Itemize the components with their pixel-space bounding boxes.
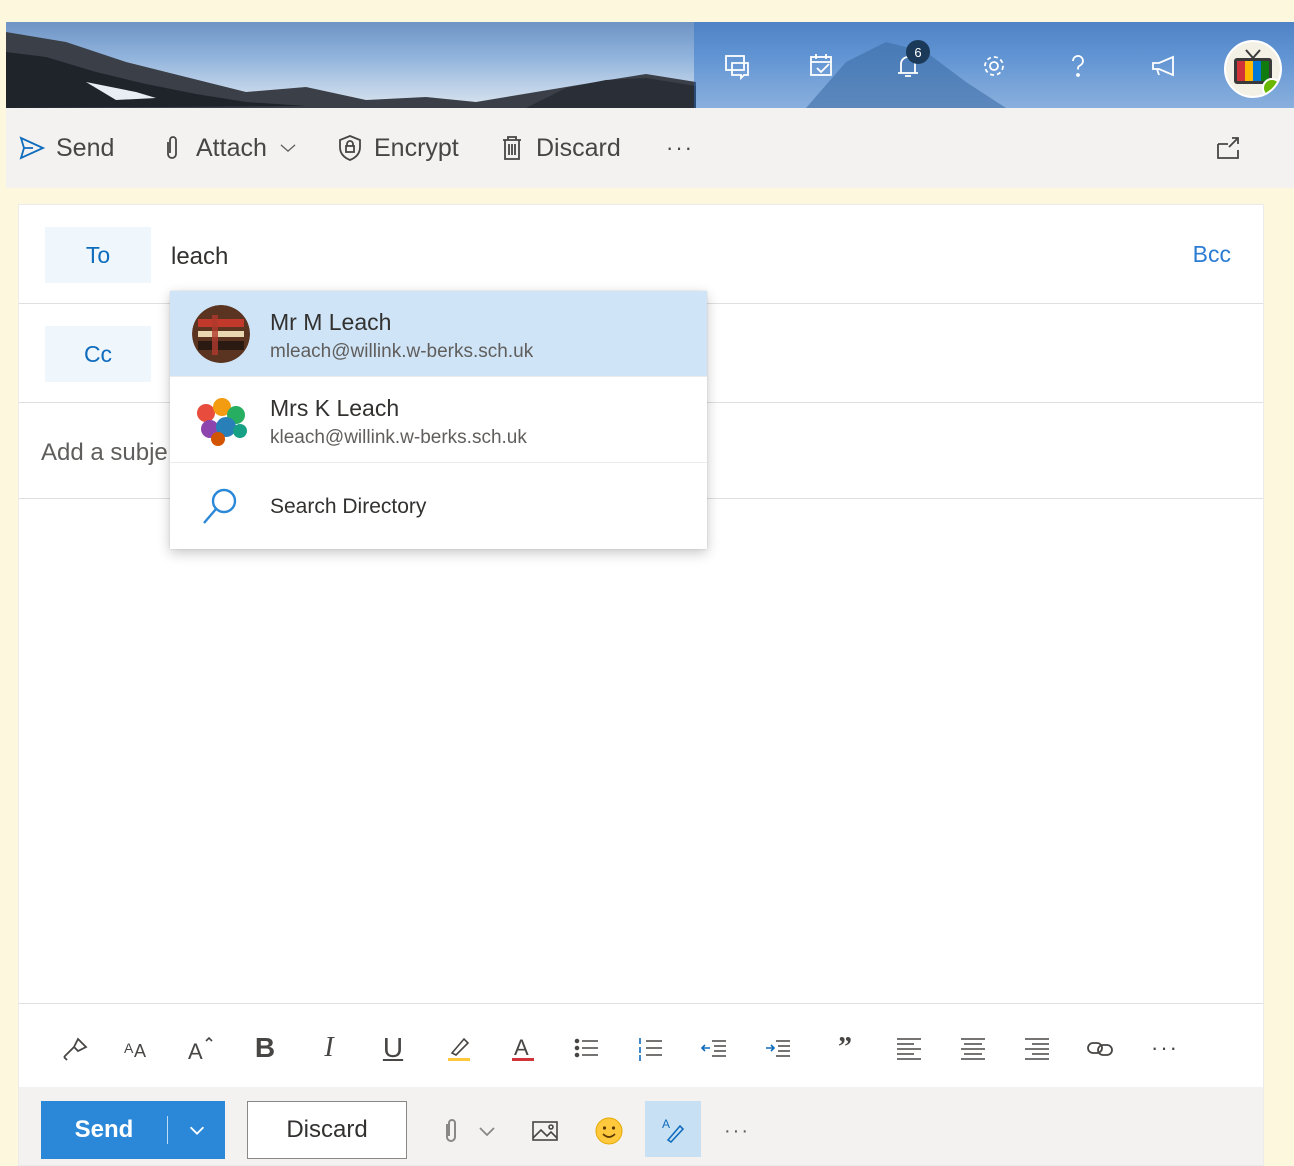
svg-text:A: A — [662, 1117, 670, 1131]
svg-text:A: A — [188, 1039, 203, 1063]
bold-button[interactable]: B — [245, 1028, 285, 1068]
suggestion-email: kleach@willink.w-berks.sch.uk — [270, 427, 527, 448]
attach-icon[interactable] — [431, 1111, 471, 1151]
chevron-down-icon[interactable] — [277, 137, 299, 159]
search-icon — [200, 485, 242, 527]
help-icon[interactable] — [1058, 46, 1098, 86]
editor-icon[interactable]: A — [645, 1101, 701, 1157]
bell-icon[interactable]: 6 — [888, 40, 930, 86]
insert-picture-icon[interactable] — [525, 1111, 565, 1151]
svg-text:A: A — [514, 1035, 529, 1060]
discard-toolbar-button[interactable]: Discard — [498, 130, 621, 166]
numbering-icon[interactable] — [631, 1028, 671, 1068]
align-left-icon[interactable] — [889, 1028, 929, 1068]
popout-button[interactable] — [1214, 130, 1242, 166]
encrypt-toolbar-label: Encrypt — [374, 133, 459, 162]
font-size-icon[interactable]: AA — [117, 1028, 157, 1068]
attach-options-chevron-icon[interactable] — [467, 1111, 507, 1151]
bullets-icon[interactable] — [567, 1028, 607, 1068]
link-icon[interactable] — [1081, 1028, 1121, 1068]
send-button[interactable]: Send — [41, 1101, 225, 1159]
popout-icon — [1217, 137, 1239, 159]
shield-lock-icon — [339, 135, 361, 161]
format-toolbar: AA A B I U A ” ··· — [19, 1003, 1263, 1088]
presence-available-icon — [1262, 78, 1280, 96]
megaphone-icon[interactable] — [1144, 46, 1184, 86]
contact-avatar — [192, 305, 250, 363]
compose-bottom-bar: Send Discard A ··· — [19, 1087, 1263, 1165]
discard-button[interactable]: Discard — [247, 1101, 407, 1159]
compose-toolbar: Send Attach Encrypt Discard ··· — [6, 108, 1294, 188]
svg-text:A: A — [124, 1040, 134, 1056]
font-grow-icon[interactable]: A — [181, 1028, 221, 1068]
format-painter-icon[interactable] — [55, 1028, 95, 1068]
cc-button[interactable]: Cc — [45, 326, 151, 382]
attach-toolbar-button[interactable]: Attach — [158, 130, 299, 166]
italic-button[interactable]: I — [309, 1028, 349, 1068]
notification-badge: 6 — [906, 40, 930, 64]
quote-button[interactable]: ” — [825, 1028, 865, 1068]
underline-button[interactable]: U — [373, 1028, 413, 1068]
recipient-suggestions: Mr M Leach mleach@willink.w-berks.sch.uk… — [170, 291, 707, 549]
trash-icon — [503, 136, 521, 160]
send-toolbar-label: Send — [56, 133, 115, 162]
suggestion-email: mleach@willink.w-berks.sch.uk — [270, 341, 534, 362]
highlight-icon[interactable] — [439, 1028, 479, 1068]
more-bottom-button[interactable]: ··· — [717, 1111, 757, 1151]
more-format-button[interactable]: ··· — [1145, 1028, 1185, 1068]
more-toolbar-button[interactable]: ··· — [666, 130, 694, 166]
calendar-check-icon[interactable] — [802, 46, 842, 86]
discard-toolbar-label: Discard — [536, 133, 621, 162]
search-directory-label: Search Directory — [270, 495, 427, 518]
to-row: To leach Bcc — [19, 205, 1263, 304]
encrypt-toolbar-button[interactable]: Encrypt — [336, 130, 459, 166]
increase-indent-icon[interactable] — [759, 1028, 799, 1068]
message-body[interactable] — [19, 499, 1263, 1003]
attach-toolbar-label: Attach — [196, 133, 267, 162]
decrease-indent-icon[interactable] — [695, 1028, 735, 1068]
svg-text:A: A — [134, 1041, 146, 1061]
send-icon — [19, 136, 46, 160]
chevron-down-icon — [189, 1126, 204, 1135]
suggestion-name: Mrs K Leach — [270, 395, 400, 421]
emoji-icon[interactable] — [589, 1111, 629, 1151]
send-button-label: Send — [74, 1116, 134, 1143]
send-toolbar-button[interactable]: Send — [18, 130, 114, 166]
gear-icon[interactable] — [974, 46, 1014, 86]
paperclip-icon — [167, 136, 177, 159]
subject-input[interactable]: Add a subje — [41, 439, 168, 467]
suggestion-item[interactable]: Mrs K Leach kleach@willink.w-berks.sch.u… — [170, 377, 707, 463]
bcc-button[interactable]: Bcc — [1193, 241, 1231, 268]
suggestion-name: Mr M Leach — [270, 309, 392, 335]
suggestion-item[interactable]: Mr M Leach mleach@willink.w-berks.sch.uk — [170, 291, 707, 377]
align-right-icon[interactable] — [1017, 1028, 1057, 1068]
contact-avatar — [192, 391, 250, 449]
chat-icon[interactable] — [718, 46, 758, 86]
align-center-icon[interactable] — [953, 1028, 993, 1068]
to-button[interactable]: To — [45, 227, 151, 283]
to-input[interactable]: leach — [171, 243, 228, 271]
search-directory-item[interactable]: Search Directory — [170, 463, 707, 549]
header-banner: 6 — [6, 22, 1294, 108]
font-color-icon[interactable]: A — [503, 1028, 543, 1068]
user-avatar[interactable] — [1224, 40, 1282, 98]
send-options-button[interactable] — [168, 1119, 225, 1141]
